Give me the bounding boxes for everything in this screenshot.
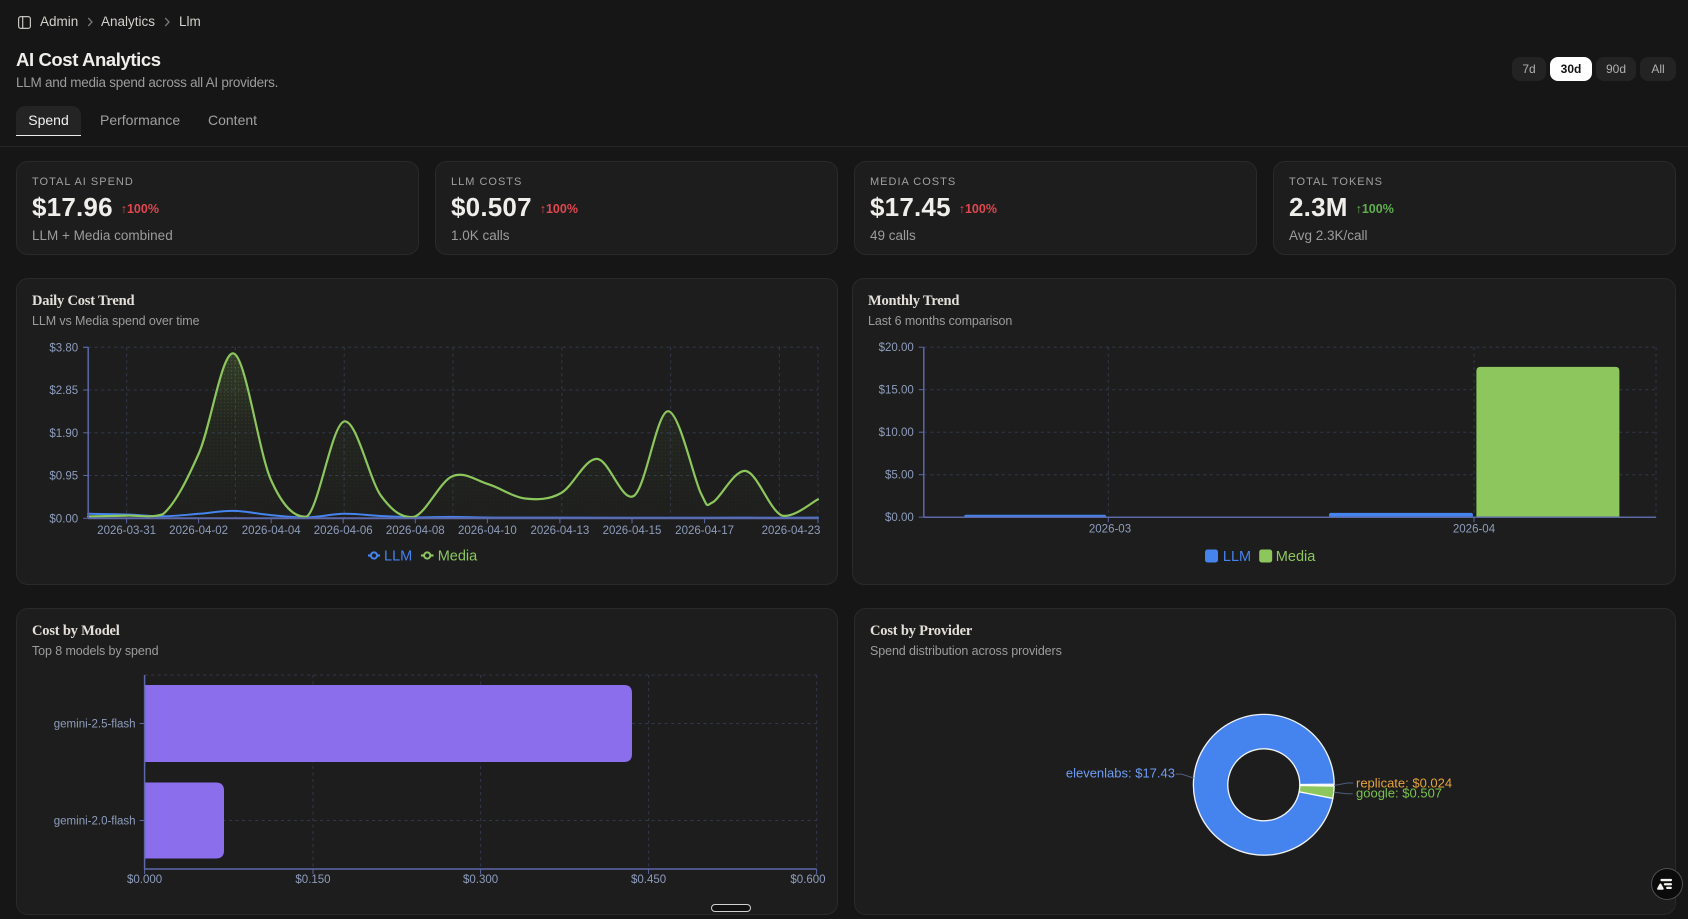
svg-text:$0.00: $0.00 (885, 512, 914, 524)
svg-text:2026-04-08: 2026-04-08 (386, 525, 445, 537)
svg-text:LLM: LLM (384, 549, 412, 565)
svg-text:2026-04-04: 2026-04-04 (242, 525, 301, 537)
svg-text:2026-04-15: 2026-04-15 (603, 525, 662, 537)
svg-text:2026-04-13: 2026-04-13 (530, 525, 589, 537)
svg-text:gemini-2.0-flash: gemini-2.0-flash (54, 816, 136, 828)
svg-text:elevenlabs: $17.43: elevenlabs: $17.43 (1066, 766, 1175, 781)
svg-text:$0.300: $0.300 (463, 874, 498, 886)
svg-text:$0.150: $0.150 (295, 874, 330, 886)
svg-text:$0.00: $0.00 (49, 513, 78, 525)
svg-text:2026-04-17: 2026-04-17 (675, 525, 734, 537)
svg-text:$0.000: $0.000 (127, 874, 162, 886)
svg-text:$0.95: $0.95 (49, 471, 78, 483)
svg-text:Media: Media (438, 549, 478, 565)
svg-text:$2.85: $2.85 (49, 385, 78, 397)
svg-text:LLM: LLM (1223, 549, 1251, 565)
svg-text:2026-04: 2026-04 (1453, 524, 1496, 536)
svg-text:gemini-2.5-flash: gemini-2.5-flash (54, 719, 136, 731)
svg-text:$10.00: $10.00 (879, 427, 914, 439)
svg-text:$0.450: $0.450 (631, 874, 666, 886)
svg-text:$3.80: $3.80 (49, 342, 78, 354)
svg-text:$1.90: $1.90 (49, 428, 78, 440)
svg-text:2026-03: 2026-03 (1089, 524, 1131, 536)
svg-text:2026-04-10: 2026-04-10 (458, 525, 517, 537)
svg-text:2026-04-06: 2026-04-06 (314, 525, 373, 537)
svg-text:google: $0.507: google: $0.507 (1356, 786, 1442, 801)
svg-text:2026-04-23: 2026-04-23 (762, 525, 821, 537)
svg-text:$5.00: $5.00 (885, 470, 914, 482)
svg-text:Media: Media (1276, 549, 1316, 565)
svg-text:$15.00: $15.00 (879, 385, 914, 397)
svg-text:$20.00: $20.00 (879, 342, 914, 354)
svg-text:2026-03-31: 2026-03-31 (97, 525, 156, 537)
svg-text:2026-04-02: 2026-04-02 (169, 525, 228, 537)
svg-text:$0.600: $0.600 (790, 874, 825, 886)
